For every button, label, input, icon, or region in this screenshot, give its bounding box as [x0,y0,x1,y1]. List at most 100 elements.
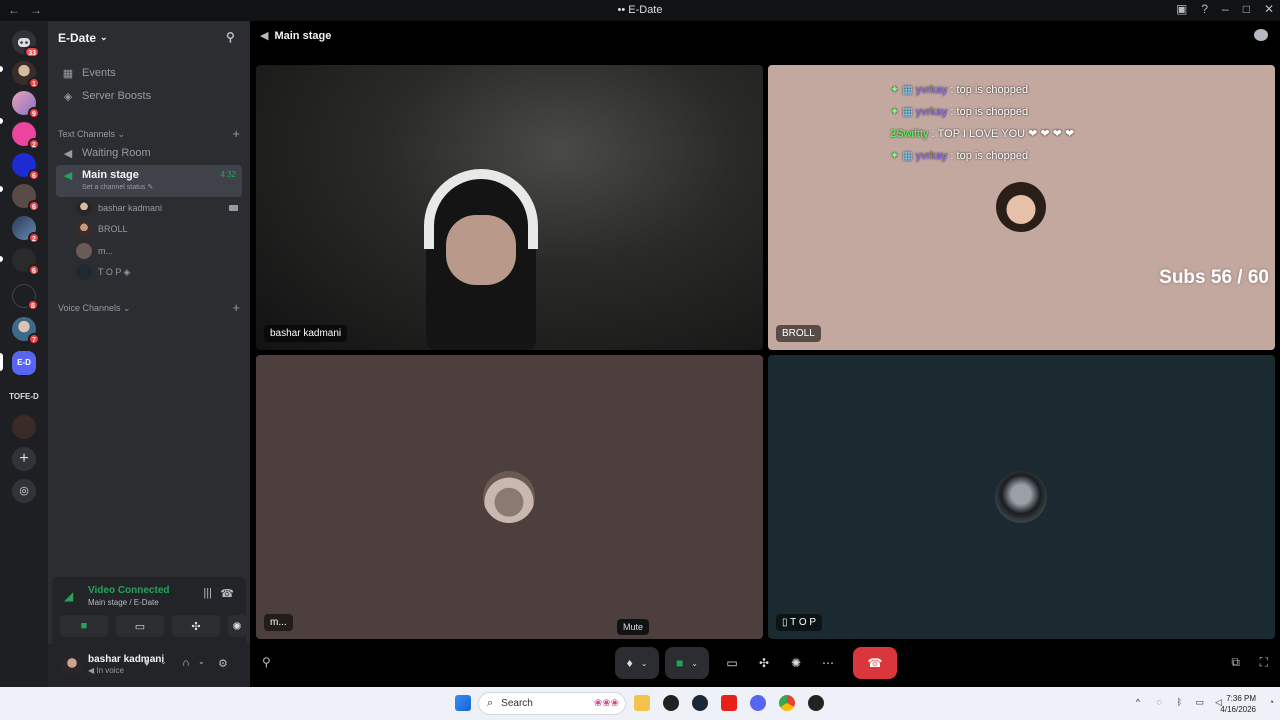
channel-main-stage[interactable]: ◀ Main stage Set a channel status ✎ 4:32 [56,165,242,197]
signal-icon[interactable]: ◢ [64,589,73,603]
channel-waiting-room[interactable]: ◀ Waiting Room [56,142,242,164]
media-player-icon[interactable] [808,695,824,711]
server-icon[interactable] [12,415,36,439]
activities-button[interactable]: ✣ [172,615,220,637]
voice-user[interactable]: m... [76,241,113,261]
video-tile[interactable]: m... [256,355,763,639]
server-acronym-label[interactable]: TOFE-D [4,392,44,401]
server-icon[interactable]: 2 [12,216,40,244]
steam-icon[interactable] [692,695,708,711]
minimize-button[interactable]: – [1222,2,1229,16]
current-server-icon[interactable]: E-D [12,351,36,375]
sparkle-badge-icon: ✦ [890,106,900,118]
server-icon[interactable]: 1 [12,61,40,89]
pop-out-icon[interactable]: ⧉ [1231,655,1240,670]
close-button[interactable]: ✕ [1264,2,1274,16]
participant-name: ▯ T O P [776,614,823,631]
notification-badge: 6 [28,169,40,181]
chevron-down-icon[interactable]: ⌄ [641,659,648,668]
soundboard-button[interactable]: ✺ [784,647,808,679]
voice-user[interactable]: T O P ◈ [76,262,130,282]
avatar [76,200,92,216]
server-icon[interactable]: 9 [12,91,40,119]
maximize-button[interactable]: □ [1243,2,1250,16]
gear-icon[interactable]: ⚙ [218,657,228,670]
voice-user[interactable]: BROLL [76,219,128,239]
video-tile[interactable]: ▯ T O P [768,355,1275,639]
notification-bell-icon[interactable]: ◔ [1269,697,1274,707]
add-server-icon[interactable]: + [12,447,36,471]
chevron-down-icon[interactable]: ⌄ [160,657,167,666]
chat-username: yvrkay [915,105,948,118]
disconnect-icon[interactable]: ☎ [220,587,234,600]
noise-suppression-icon[interactable]: ||| [203,587,212,599]
avatar [76,221,92,237]
server-icon[interactable]: 6 [12,248,40,276]
share-screen-button[interactable]: ▭ [720,647,744,679]
video-tile[interactable]: ✦ ▦ yvrkay: top is chopped ✦ ▦ yvrkay: top i… [768,65,1275,350]
server-icon[interactable]: 2 [12,122,40,150]
channel-timer: 4:32 [220,170,236,179]
chat-separator: : [950,83,954,96]
network-icon[interactable]: ◌ [1157,697,1162,707]
user-status-text: In voice [96,666,124,675]
title-bar: ← → •• E-Date ▣ ? – □ ✕ [0,0,1280,21]
windows-start-icon[interactable] [455,695,471,711]
share-screen-button[interactable]: ▭ [116,615,164,637]
server-icon[interactable]: 6 [12,153,40,181]
notification-badge: 6 [28,264,40,276]
invite-icon[interactable]: ⚲ [226,30,240,44]
invite-user-icon[interactable]: ⚲ [262,655,271,669]
chevron-down-icon[interactable]: ⌄ [198,657,205,666]
taskbar-search[interactable]: ⌕ Search ❀❀❀ [478,692,626,715]
mute-button[interactable]: ♦ ⌄ [615,647,659,679]
app-icon[interactable] [663,695,679,711]
chat-separator: : [931,127,935,140]
add-channel-icon[interactable]: + [232,301,240,314]
chat-icon[interactable] [1254,29,1268,41]
fullscreen-icon[interactable]: ⛶ [1260,655,1268,670]
server-icon[interactable]: 6 [12,184,40,212]
search-icon: ⌕ [487,697,494,709]
boost-icon: ◈ [63,90,73,103]
server-icon[interactable]: 7 [12,317,40,345]
soundboard-button[interactable]: ✺ [228,615,246,637]
microphone-icon[interactable]: ♦ [144,657,150,669]
headphones-icon[interactable]: ∩ [182,657,190,669]
file-explorer-icon[interactable] [634,695,650,711]
activities-button[interactable]: ✣ [752,647,776,679]
server-header[interactable]: E-Date ⌄ ⚲ [48,21,250,54]
voice-user-name: BROLL [98,224,128,234]
bluetooth-icon[interactable]: ᛒ [1177,697,1182,707]
chevron-down-icon[interactable]: ⌄ [691,659,698,668]
sidebar-item-server-boosts[interactable]: ◈ Server Boosts [56,85,242,107]
video-tile[interactable]: bashar kadmani [256,65,763,350]
user-name[interactable]: bashar kadmani [88,654,164,665]
discord-taskbar-icon[interactable] [750,695,766,711]
connection-location[interactable]: Main stage / E-Date [88,598,159,607]
category-text-channels[interactable]: Text Channels ⌄ + [58,127,240,140]
camera-button[interactable]: ■ [60,615,108,637]
pencil-icon[interactable]: ✎ [147,184,153,191]
voice-user[interactable]: bashar kadmani [76,198,162,218]
chat-message: top is chopped [956,105,1029,118]
add-channel-icon[interactable]: + [232,127,240,140]
avatar[interactable] [62,655,82,675]
system-clock[interactable]: 7:36 PM 4/16/2026 [1220,693,1256,715]
chrome-icon[interactable] [779,695,795,711]
more-options-button[interactable]: ⋯ [816,647,840,679]
help-icon[interactable]: ? [1201,2,1208,16]
avatar [76,243,92,259]
chevron-up-icon[interactable]: ^ [1136,697,1140,707]
discover-icon[interactable]: ◎ [12,479,36,503]
category-voice-channels[interactable]: Voice Channels ⌄ + [58,301,240,314]
sidebar-item-events[interactable]: ▦ Events [56,62,242,84]
end-call-button[interactable]: ☎ [853,647,897,679]
youtube-icon[interactable] [721,695,737,711]
display-icon[interactable]: ▭ [1195,697,1204,708]
channel-status-label[interactable]: Set a channel status [82,184,145,191]
server-icon[interactable]: 8 [12,284,39,311]
inbox-icon[interactable]: ▣ [1176,2,1187,16]
direct-messages-icon[interactable]: 33 [12,30,40,58]
camera-toggle-button[interactable]: ■ ⌄ [665,647,709,679]
